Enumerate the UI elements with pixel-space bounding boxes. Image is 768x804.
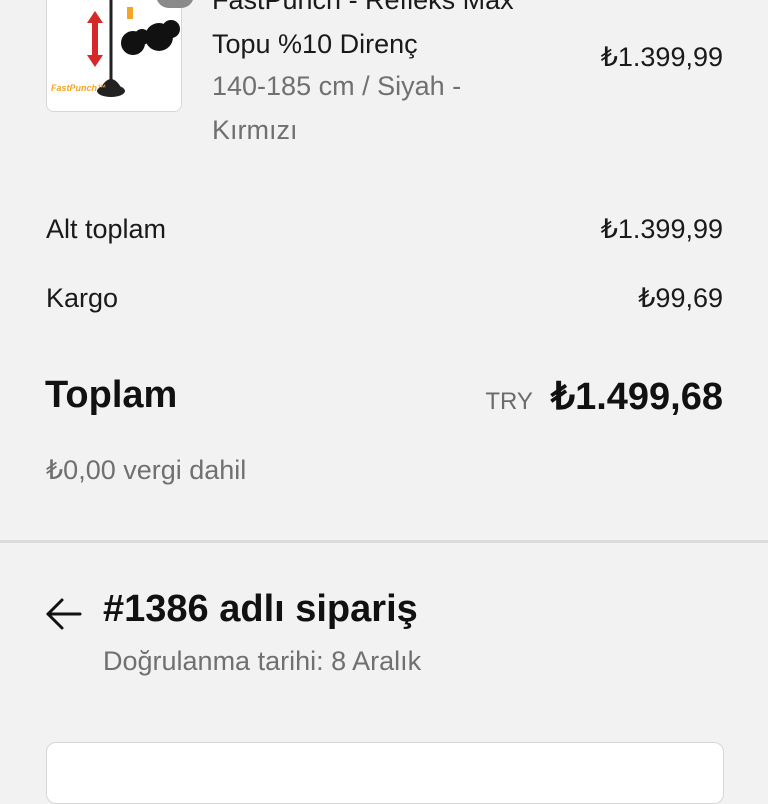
section-divider xyxy=(0,540,768,543)
arrow-left-icon xyxy=(46,598,82,630)
tax-note: ₺0,00 vergi dahil xyxy=(46,455,247,485)
punch-bag-image: ST Boyuna göre FastPunch™ xyxy=(47,0,181,111)
total-label: Toplam xyxy=(45,374,178,416)
order-title: #1386 adlı sipariş xyxy=(103,588,418,630)
order-details-card xyxy=(46,742,724,804)
subtotal-value: ₺1.399,99 xyxy=(600,214,723,244)
product-title: FastPunch - Refleks Max Topu %10 Direnç xyxy=(212,0,514,59)
brand-logo: FastPunch™ xyxy=(51,83,106,93)
product-variant: 140-185 cm / Siyah - Kırmızı xyxy=(212,71,462,145)
back-button[interactable] xyxy=(44,594,84,634)
shipping-value: ₺99,69 xyxy=(638,283,723,313)
total-amount: TRY ₺1.499,68 xyxy=(485,374,723,419)
total-value: ₺1.499,68 xyxy=(550,376,723,418)
product-price: ₺1.399,99 xyxy=(600,42,723,72)
currency-code: TRY xyxy=(485,388,533,415)
shipping-label: Kargo xyxy=(46,283,119,313)
subtotal-label: Alt toplam xyxy=(46,214,167,244)
product-thumbnail: ST Boyuna göre FastPunch™ xyxy=(46,0,182,112)
order-confirmed-date: Doğrulanma tarihi: 8 Aralık xyxy=(103,646,422,676)
